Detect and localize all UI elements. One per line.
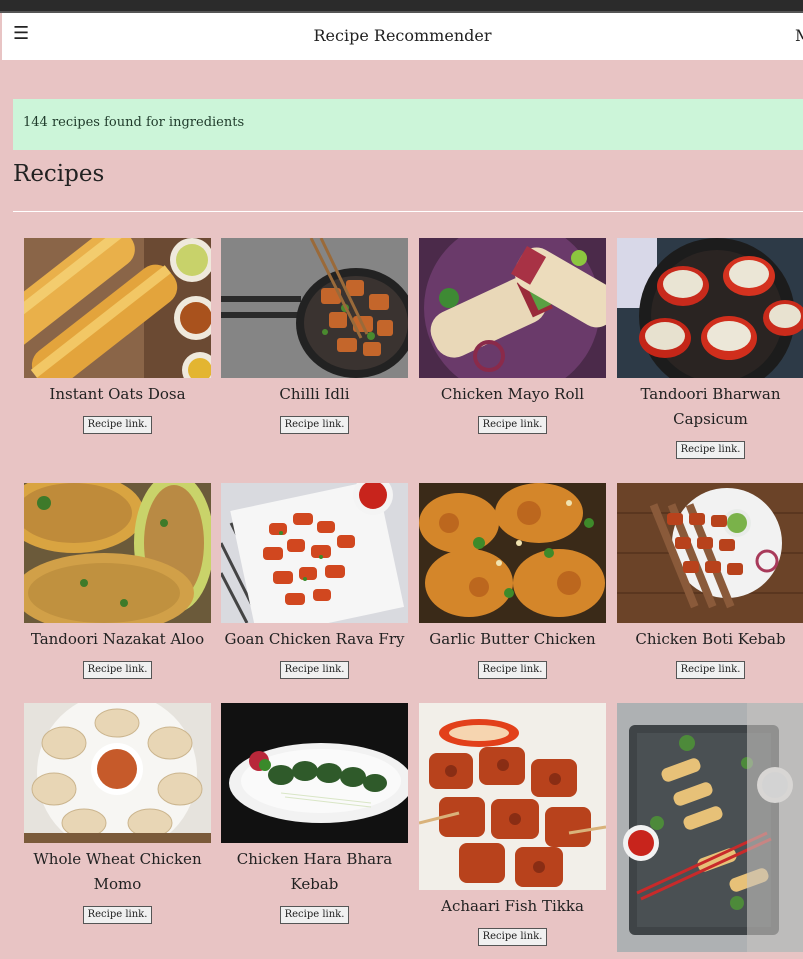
recipe-name: Garlic Butter Chicken (429, 630, 596, 648)
divider (13, 211, 803, 212)
recipe-card: Chicken Hara Bhara Kebab Recipe link. (221, 703, 408, 924)
results-alert: 144 recipes found for ingredients (13, 99, 803, 150)
recipe-name: Chicken Hara Bhara Kebab (236, 850, 393, 893)
recipe-name: Chicken Mayo Roll (440, 385, 585, 403)
recipe-image[interactable] (617, 238, 803, 378)
recipe-card: Instant Oats Dosa Recipe link. (24, 238, 211, 434)
recipe-image[interactable] (419, 703, 606, 890)
recipe-image[interactable] (419, 238, 606, 378)
recipe-link-button[interactable]: Recipe link. (477, 661, 548, 679)
navbar: ☰ Recipe Recommender M (2, 13, 803, 60)
recipe-link-button[interactable]: Recipe link. (477, 416, 548, 434)
recipe-image[interactable] (24, 238, 211, 378)
recipe-card: Goan Chicken Rava Fry Recipe link. (221, 483, 408, 679)
recipe-name (617, 952, 803, 956)
recipe-image[interactable] (419, 483, 606, 623)
recipe-card: Tandoori Bharwan Capsicum Recipe link. (617, 238, 803, 459)
recipe-image[interactable] (24, 703, 211, 843)
recipe-image[interactable] (221, 483, 408, 623)
recipe-link-button[interactable]: Recipe link. (82, 906, 153, 924)
recipe-image[interactable] (617, 483, 803, 623)
recipe-card: Chilli Idli Recipe link. (221, 238, 408, 434)
recipe-link-button[interactable]: Recipe link. (82, 416, 153, 434)
recipe-link-button[interactable]: Recipe link. (82, 661, 153, 679)
browser-top-strip (0, 0, 803, 13)
recipe-link-button[interactable]: Recipe link. (279, 416, 350, 434)
recipe-image[interactable] (221, 703, 408, 843)
recipe-card: Whole Wheat Chicken Momo Recipe link. (24, 703, 211, 924)
recipe-card (617, 703, 803, 956)
recipe-name: Tandoori Bharwan Capsicum (640, 385, 781, 428)
results-message: 144 recipes found for ingredients (23, 115, 245, 130)
recipe-name: Chicken Boti Kebab (635, 630, 786, 648)
navbar-right-item[interactable]: M (795, 26, 803, 45)
app-title: Recipe Recommender (313, 26, 492, 45)
recipe-image[interactable] (24, 483, 211, 623)
recipe-name: Instant Oats Dosa (49, 385, 186, 403)
recipe-card: Achaari Fish Tikka Recipe link. (419, 703, 606, 946)
recipe-name: Achaari Fish Tikka (441, 897, 584, 915)
recipe-name: Whole Wheat Chicken Momo (33, 850, 202, 893)
recipe-link-button[interactable]: Recipe link. (675, 661, 746, 679)
recipe-link-button[interactable]: Recipe link. (279, 906, 350, 924)
recipe-link-button[interactable]: Recipe link. (675, 441, 746, 459)
recipe-card: Tandoori Nazakat Aloo Recipe link. (24, 483, 211, 679)
recipe-card: Chicken Boti Kebab Recipe link. (617, 483, 803, 679)
recipe-name: Chilli Idli (279, 385, 350, 403)
recipe-link-button[interactable]: Recipe link. (477, 928, 548, 946)
recipe-card: Garlic Butter Chicken Recipe link. (419, 483, 606, 679)
recipe-name: Goan Chicken Rava Fry (224, 630, 405, 648)
recipe-image[interactable] (221, 238, 408, 378)
recipe-card: Chicken Mayo Roll Recipe link. (419, 238, 606, 434)
page-title: Recipes (13, 161, 105, 187)
recipe-image[interactable] (617, 703, 803, 952)
recipe-link-button[interactable]: Recipe link. (279, 661, 350, 679)
recipe-name: Tandoori Nazakat Aloo (30, 630, 205, 648)
